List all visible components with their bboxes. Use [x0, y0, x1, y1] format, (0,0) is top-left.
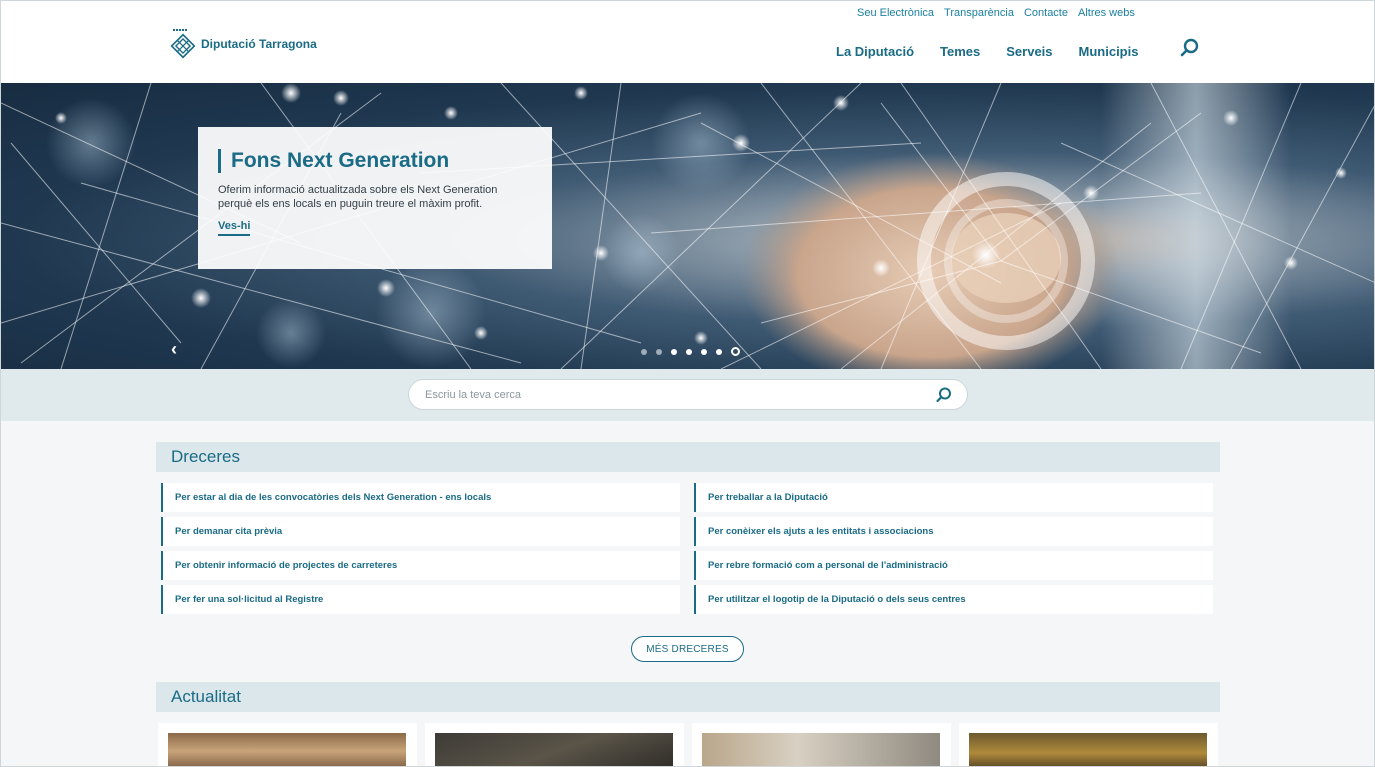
- carousel-dot[interactable]: [686, 348, 692, 355]
- hero-title-text: Fons Next Generation: [231, 149, 450, 172]
- news-image: [435, 733, 673, 766]
- shortcuts-heading: Dreceres: [156, 442, 1220, 472]
- search-band: [1, 369, 1374, 421]
- diputacio-logo-icon: [170, 29, 196, 59]
- site-logo[interactable]: Diputació Tarragona: [170, 29, 317, 59]
- news-card[interactable]: [959, 723, 1218, 766]
- utility-link-transparencia[interactable]: Transparència: [944, 7, 1014, 19]
- nav-item-la-diputacio[interactable]: La Diputació: [836, 44, 914, 59]
- news-card[interactable]: [425, 723, 684, 766]
- hero-description: Oferim informació actualitzada sobre els…: [218, 184, 498, 210]
- nav-item-serveis[interactable]: Serveis: [1006, 44, 1052, 59]
- carousel-dot[interactable]: [701, 348, 707, 355]
- news-image: [702, 733, 940, 766]
- news-card[interactable]: [158, 723, 417, 766]
- nav-item-municipis[interactable]: Municipis: [1079, 44, 1139, 59]
- site-search: [408, 379, 968, 410]
- more-shortcuts-button[interactable]: MÉS DRECERES: [631, 636, 744, 662]
- news-title: Actualitat: [171, 687, 241, 706]
- utility-nav: Seu Electrònica Transparència Contacte A…: [857, 7, 1135, 19]
- carousel-dot[interactable]: [641, 348, 647, 355]
- utility-link-contacte[interactable]: Contacte: [1024, 7, 1068, 19]
- shortcut-item[interactable]: Per estar al dia de les convocatòries de…: [161, 483, 680, 512]
- main-nav: La Diputació Temes Serveis Municipis: [836, 44, 1138, 59]
- chevron-left-icon[interactable]: ‹: [171, 339, 177, 360]
- carousel-dots: [641, 347, 740, 356]
- carousel-dot[interactable]: [656, 348, 662, 355]
- carousel-dot-active[interactable]: [731, 347, 740, 356]
- search-input[interactable]: [425, 386, 925, 404]
- hero-title: Fons Next Generation: [218, 149, 534, 173]
- news-image: [969, 733, 1207, 766]
- shortcut-item[interactable]: Per obtenir informació de projectes de c…: [161, 551, 680, 580]
- news-list: [158, 723, 1218, 766]
- site-header: Seu Electrònica Transparència Contacte A…: [1, 1, 1374, 83]
- news-card[interactable]: [692, 723, 951, 766]
- search-icon[interactable]: [935, 386, 953, 404]
- news-heading: Actualitat: [156, 682, 1220, 712]
- carousel-dot[interactable]: [716, 348, 722, 355]
- hero-link[interactable]: Ves-hi: [218, 220, 251, 236]
- title-accent-bar: [218, 149, 221, 173]
- page-frame: Seu Electrònica Transparència Contacte A…: [0, 0, 1375, 767]
- hero-carousel: Fons Next Generation Oferim informació a…: [1, 83, 1374, 369]
- news-image: [168, 733, 406, 766]
- logo-text: Diputació Tarragona: [201, 37, 317, 51]
- shortcut-item[interactable]: Per utilitzar el logotip de la Diputació…: [694, 585, 1213, 614]
- shortcut-item[interactable]: Per fer una sol·licitud al Registre: [161, 585, 680, 614]
- search-icon[interactable]: [1179, 37, 1201, 59]
- carousel-dot[interactable]: [671, 348, 677, 355]
- shortcut-item[interactable]: Per treballar a la Diputació: [694, 483, 1213, 512]
- nav-item-temes[interactable]: Temes: [940, 44, 980, 59]
- shortcuts-title: Dreceres: [171, 447, 240, 466]
- utility-link-seu[interactable]: Seu Electrònica: [857, 7, 934, 19]
- shortcut-item[interactable]: Per rebre formació com a personal de l'a…: [694, 551, 1213, 580]
- utility-link-altres-webs[interactable]: Altres webs: [1078, 7, 1135, 19]
- shortcut-item[interactable]: Per demanar cita prèvia: [161, 517, 680, 546]
- shortcuts-grid: Per estar al dia de les convocatòries de…: [161, 483, 1213, 614]
- shortcut-item[interactable]: Per conèixer els ajuts a les entitats i …: [694, 517, 1213, 546]
- hero-card: Fons Next Generation Oferim informació a…: [198, 127, 552, 269]
